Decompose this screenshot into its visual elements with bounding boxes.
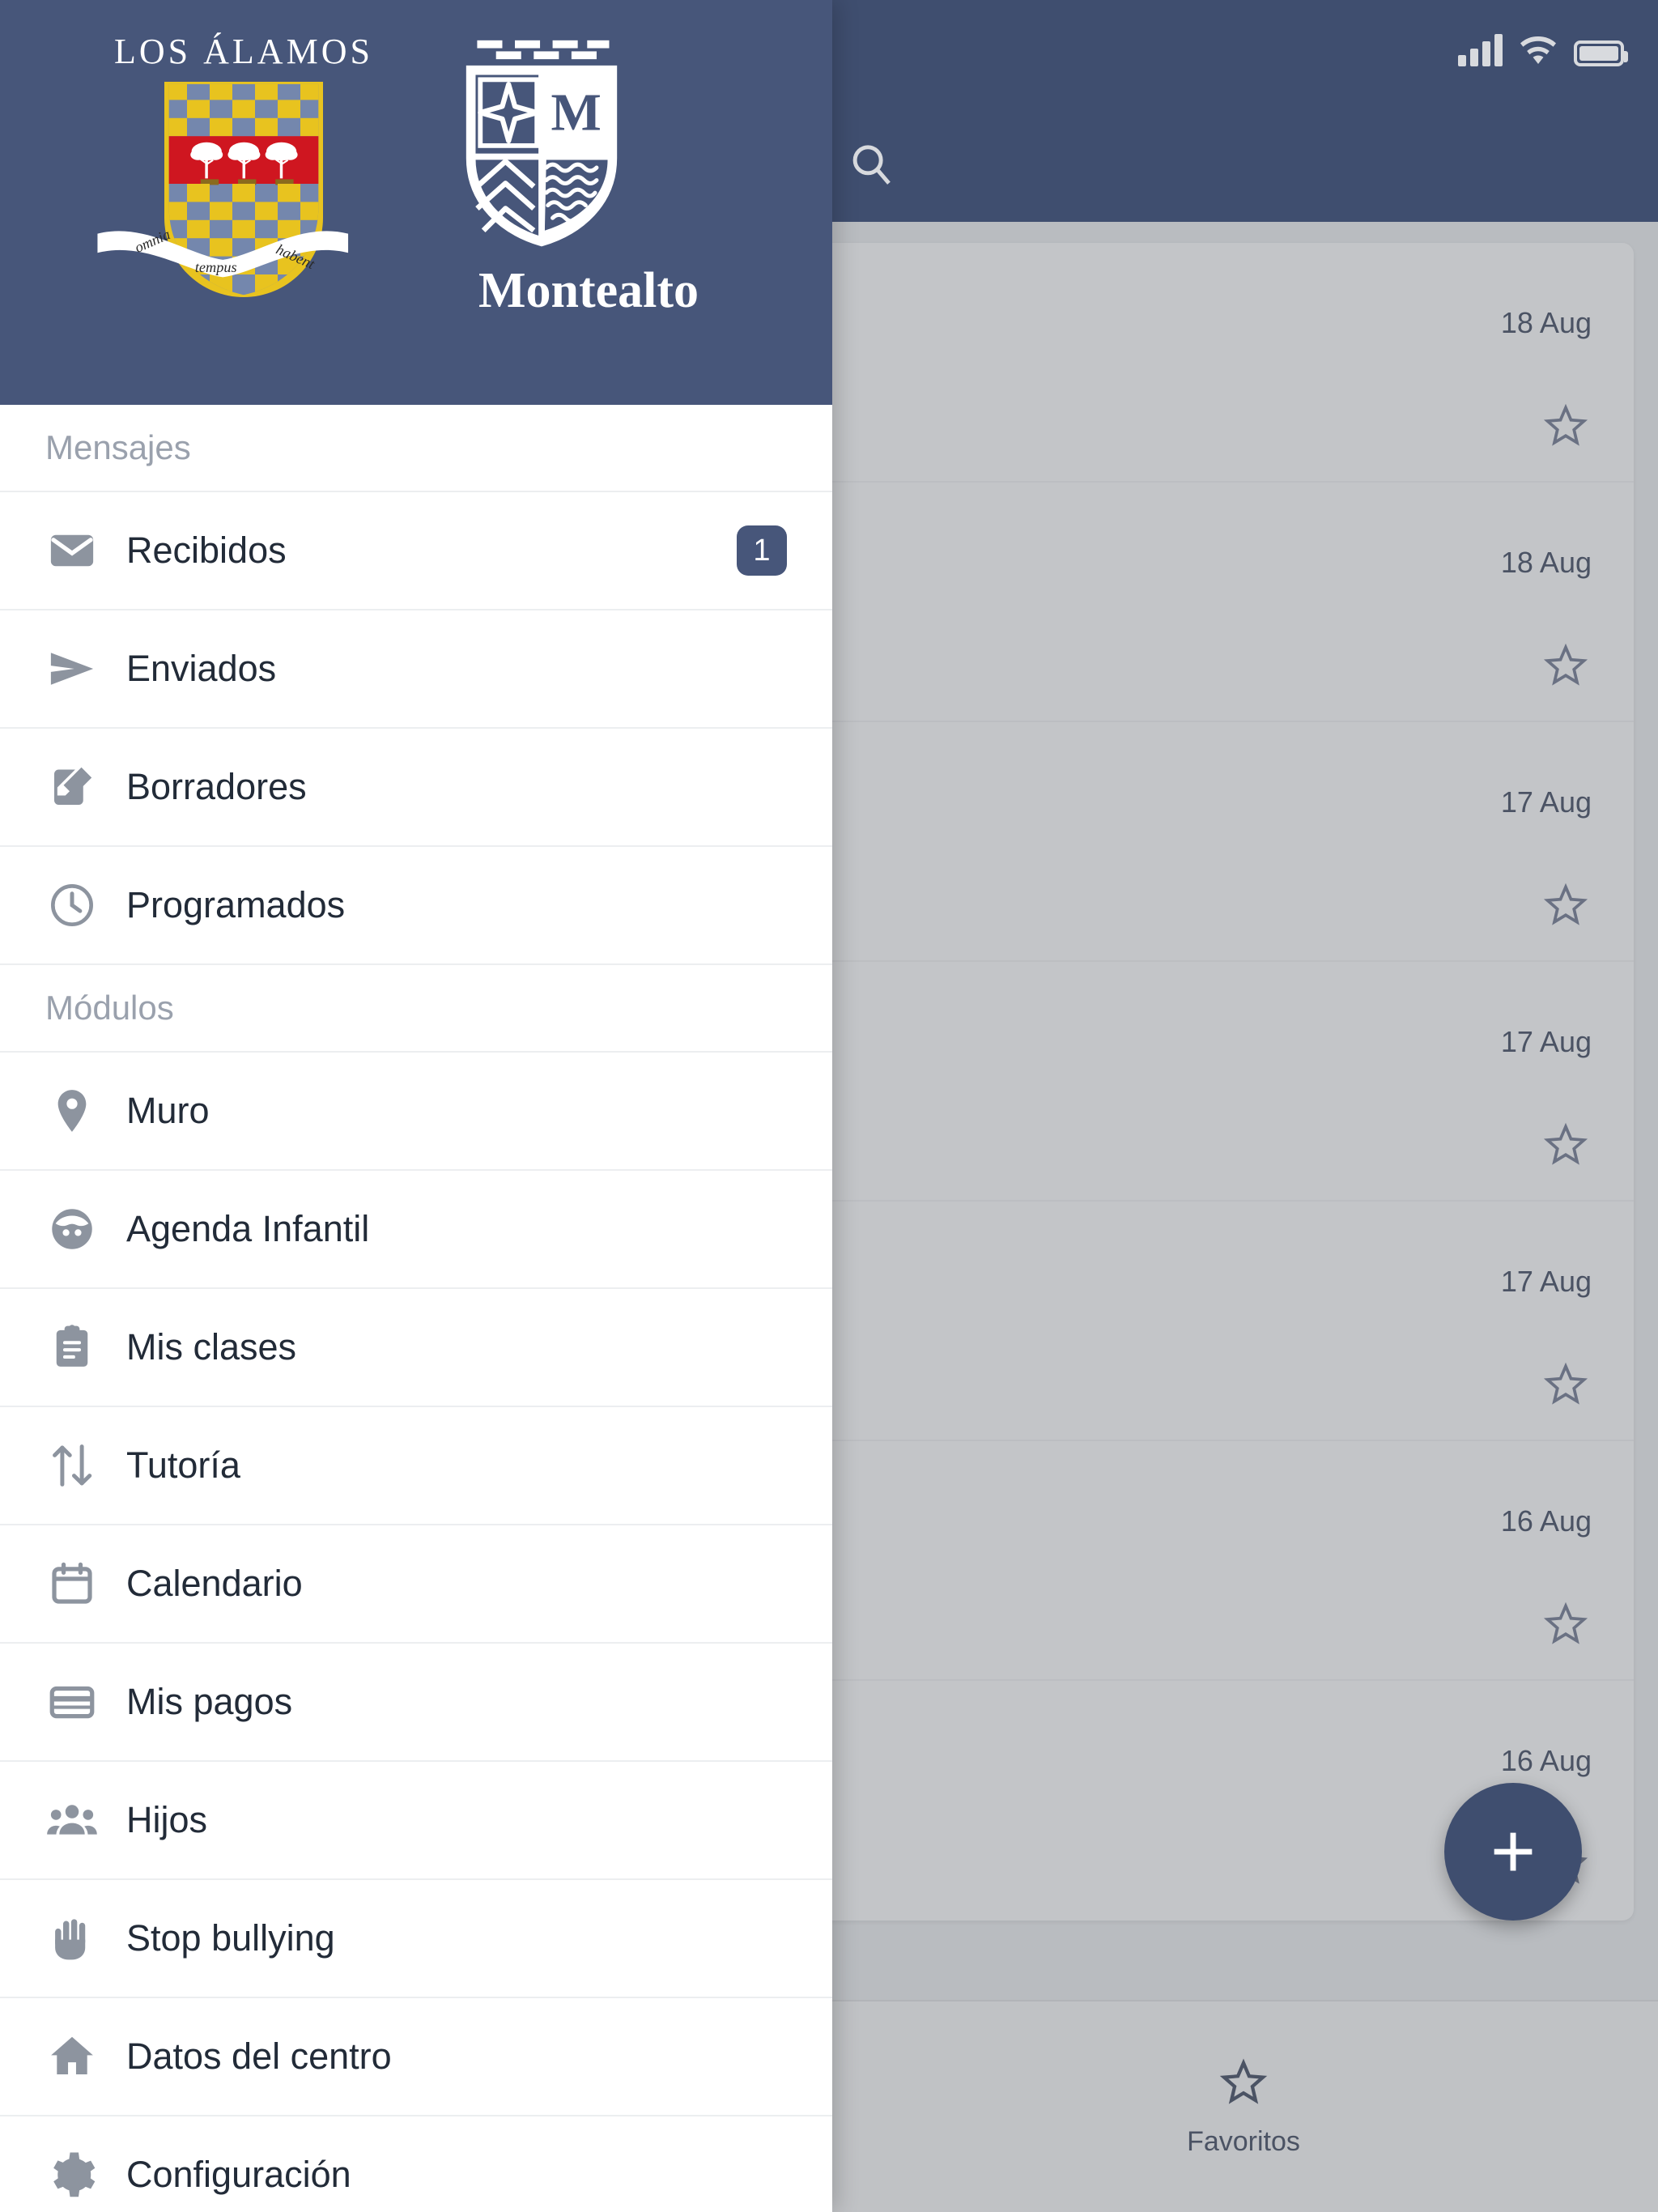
montealto-shield-icon: M: [466, 40, 618, 247]
send-icon: [45, 642, 105, 696]
drawer-item-label: Programados: [126, 884, 346, 925]
star-outline-icon[interactable]: [1541, 1360, 1590, 1409]
drawer-section-title-mensajes: Mensajes: [0, 405, 832, 492]
los-alamos-logo: LOS ÁLAMOS omnia tempus habent: [97, 31, 377, 297]
drawer-item-label: Agenda Infantil: [126, 1208, 370, 1249]
signal-bars-icon: [1458, 34, 1503, 66]
message-date: 18 Aug: [1500, 546, 1592, 579]
drawer-item-label: Recibidos: [126, 530, 287, 571]
drawer-item-tutoria[interactable]: Tutoría: [0, 1407, 832, 1525]
drawer-item-enviados[interactable]: Enviados: [0, 610, 832, 729]
map-pin-icon: [45, 1084, 105, 1138]
montealto-logo: M Montealto: [455, 31, 722, 320]
drawer-item-muro[interactable]: Muro: [0, 1053, 832, 1171]
drawer-item-borradores[interactable]: Borradores: [0, 729, 832, 847]
drawer-item-mis-clases[interactable]: Mis clases: [0, 1289, 832, 1407]
drawer-item-agenda-infantil[interactable]: Agenda Infantil: [0, 1171, 832, 1289]
drawer-item-programados[interactable]: Programados: [0, 847, 832, 965]
drawer-item-label: Borradores: [126, 766, 307, 807]
drawer-item-configuracion[interactable]: Configuración: [0, 2116, 832, 2212]
drawer-item-label: Hijos: [126, 1799, 208, 1840]
message-date: 16 Aug: [1500, 1504, 1592, 1538]
navigation-drawer[interactable]: LOS ÁLAMOS omnia tempus habent M Monteal…: [0, 0, 832, 2212]
drawer-section-title-modulos: Módulos: [0, 965, 832, 1053]
message-date: 18 Aug: [1500, 306, 1592, 339]
open-hand-icon: [45, 1912, 105, 1965]
compose-fab-button[interactable]: +: [1444, 1783, 1582, 1921]
battery-icon: [1574, 40, 1628, 66]
motto-ribbon-icon: omnia tempus habent: [97, 226, 349, 278]
drawer-item-mis-pagos[interactable]: Mis pagos: [0, 1644, 832, 1762]
edit-square-icon: [45, 760, 105, 814]
drawer-item-stop-bullying[interactable]: Stop bullying: [0, 1880, 832, 1998]
child-face-icon: [45, 1202, 105, 1256]
drawer-item-badge: 1: [737, 525, 787, 576]
drawer-item-calendario[interactable]: Calendario: [0, 1525, 832, 1644]
los-alamos-title: LOS ÁLAMOS: [114, 32, 373, 71]
drawer-item-label: Stop bullying: [126, 1917, 335, 1959]
fab-plus-icon: +: [1490, 1808, 1537, 1895]
star-outline-icon[interactable]: [1541, 1121, 1590, 1169]
drawer-item-label: Mis pagos: [126, 1681, 293, 1722]
drawer-item-label: Calendario: [126, 1563, 303, 1604]
drawer-item-recibidos[interactable]: Recibidos 1: [0, 492, 832, 610]
four-point-star-icon: [478, 82, 540, 144]
message-date: 16 Aug: [1500, 1744, 1592, 1777]
drawer-item-label: Datos del centro: [126, 2035, 392, 2077]
star-outline-icon: [1218, 2057, 1269, 2108]
home-icon: [45, 2030, 105, 2083]
star-outline-icon[interactable]: [1541, 402, 1590, 450]
gear-icon: [45, 2148, 105, 2201]
app-root: 18 Augelona. Será una visira de todo el …: [0, 0, 1658, 2212]
drawer-item-label: Tutoría: [126, 1444, 240, 1486]
arrows-up-down-icon: [45, 1439, 105, 1492]
star-outline-icon[interactable]: [1541, 1600, 1590, 1648]
star-outline-icon[interactable]: [1541, 881, 1590, 929]
bottom-nav-label-favorites: Favoritos: [1187, 2125, 1300, 2157]
credit-card-icon: [45, 1675, 105, 1729]
drawer-item-hijos[interactable]: Hijos: [0, 1762, 832, 1880]
drawer-menu[interactable]: Mensajes Recibidos 1 Enviados Borradores Prog…: [0, 405, 832, 2212]
message-date: 17 Aug: [1500, 1025, 1592, 1058]
message-date: 17 Aug: [1500, 785, 1592, 819]
drawer-item-datos-del-centro[interactable]: Datos del centro: [0, 1998, 832, 2116]
wifi-icon: [1519, 34, 1558, 66]
drawer-item-label: Muro: [126, 1090, 210, 1131]
motto-center: tempus: [195, 259, 237, 275]
people-group-icon: [45, 1793, 105, 1847]
mail-icon: [45, 524, 105, 577]
status-bar-icons: [1458, 34, 1628, 66]
message-date: 17 Aug: [1500, 1265, 1592, 1298]
search-icon[interactable]: [846, 139, 896, 189]
clipboard-icon: [45, 1321, 105, 1374]
drawer-item-label: Mis clases: [126, 1326, 297, 1368]
star-outline-icon[interactable]: [1541, 641, 1590, 690]
bottom-nav-item-favorites[interactable]: Favoritos: [829, 2001, 1658, 2212]
montealto-name: Montealto: [478, 263, 699, 318]
clock-icon: [45, 878, 105, 932]
calendar-icon: [45, 1557, 105, 1610]
drawer-item-label: Enviados: [126, 648, 277, 689]
montealto-monogram: M: [551, 83, 602, 142]
drawer-item-label: Configuración: [126, 2154, 351, 2195]
drawer-header: LOS ÁLAMOS omnia tempus habent M Monteal…: [0, 0, 832, 405]
